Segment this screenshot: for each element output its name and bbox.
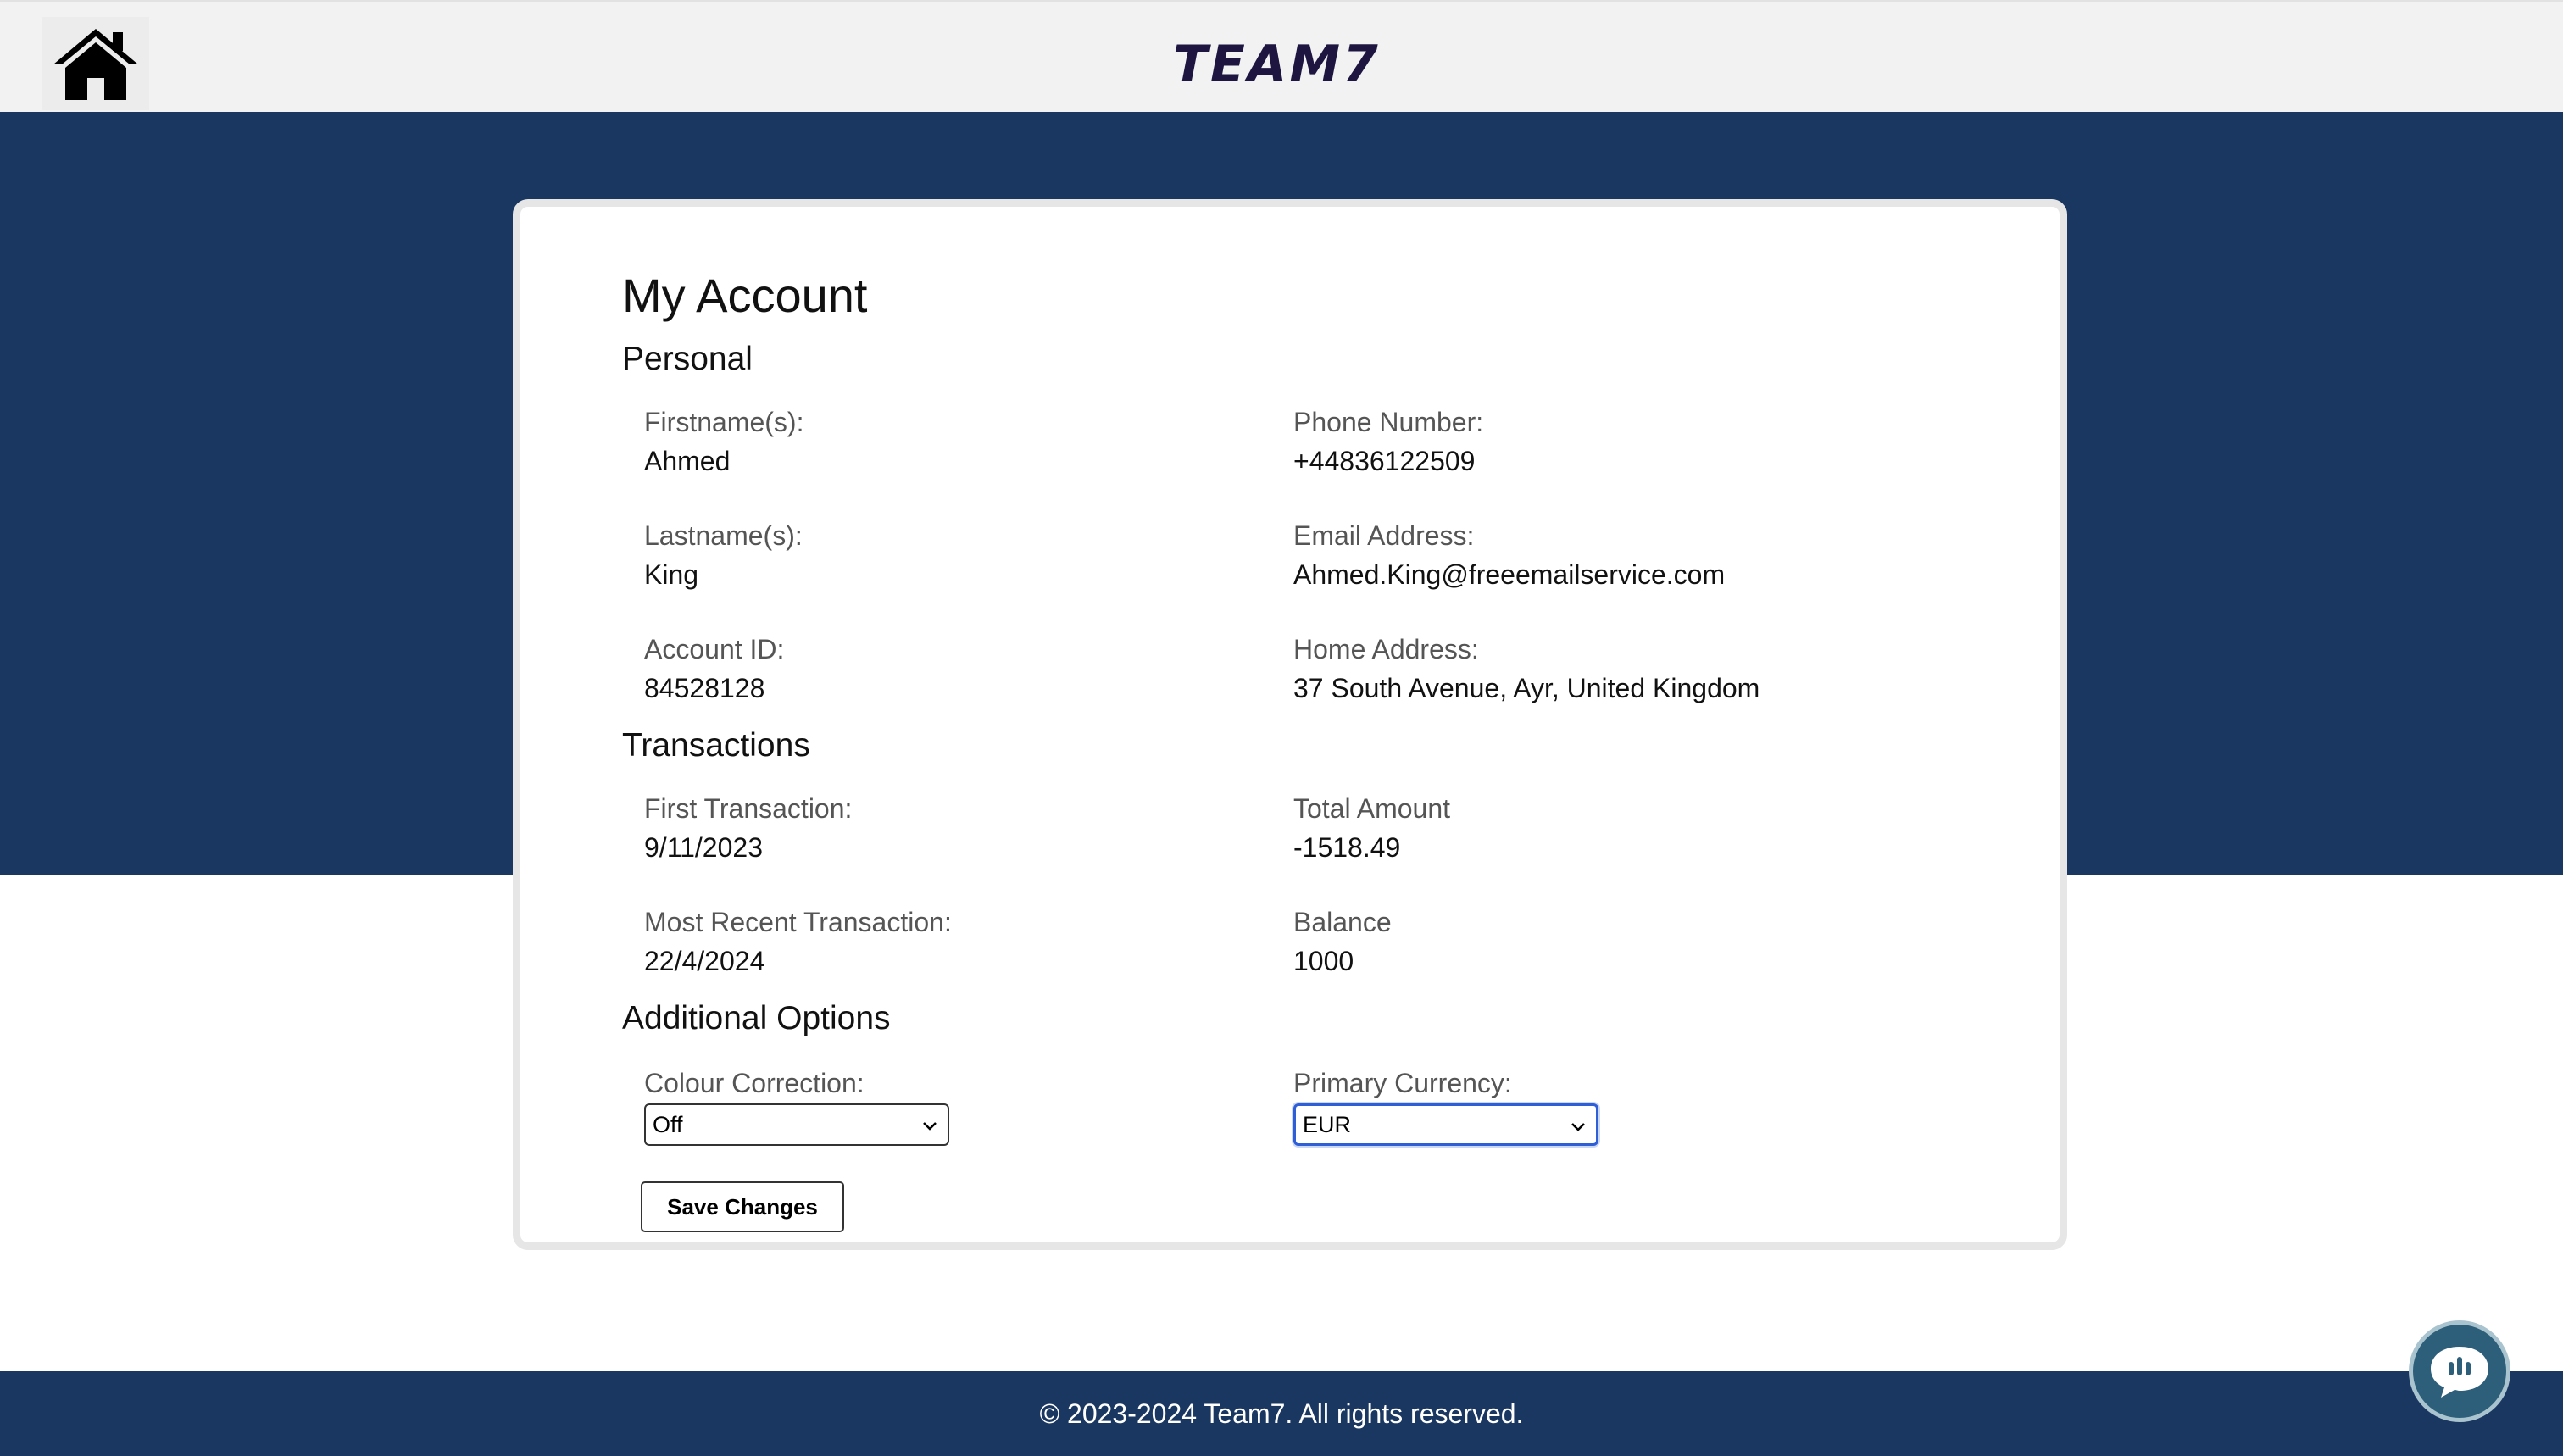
address-label: Home Address: — [1293, 634, 1479, 664]
account-id-label: Account ID: — [644, 634, 785, 664]
first-transaction-value: 9/11/2023 — [644, 832, 763, 863]
email-label: Email Address: — [1293, 520, 1475, 551]
page-title: My Account — [622, 269, 868, 322]
save-changes-button[interactable]: Save Changes — [641, 1181, 844, 1232]
top-header: TEAM7 — [0, 0, 2563, 112]
home-icon — [53, 29, 138, 100]
primary-currency-label: Primary Currency: — [1293, 1068, 1512, 1098]
balance-label: Balance — [1293, 907, 1392, 937]
total-amount-value: -1518.49 — [1293, 832, 1401, 863]
firstname-value: Ahmed — [644, 446, 731, 476]
firstname-label: Firstname(s): — [644, 407, 804, 437]
additional-options-heading: Additional Options — [622, 1000, 891, 1036]
account-card: My Account Personal Firstname(s): Ahmed … — [513, 199, 2067, 1250]
chevron-down-icon — [1571, 1123, 1585, 1131]
chat-icon — [2431, 1347, 2488, 1398]
chevron-down-icon — [923, 1122, 937, 1131]
copyright-text: © 2023-2024 Team7. All rights reserved. — [1039, 1398, 1524, 1429]
chat-button[interactable] — [2409, 1320, 2510, 1422]
lastname-value: King — [644, 559, 699, 590]
colour-correction-label: Colour Correction: — [644, 1068, 865, 1098]
email-value: Ahmed.King@freeemailservice.com — [1293, 559, 1726, 590]
account-id-value: 84528128 — [644, 673, 765, 703]
primary-currency-select[interactable]: EUR — [1293, 1103, 1598, 1146]
first-transaction-label: First Transaction: — [644, 793, 853, 824]
colour-correction-select[interactable]: Off — [644, 1103, 949, 1146]
recent-transaction-label: Most Recent Transaction: — [644, 907, 952, 937]
footer: © 2023-2024 Team7. All rights reserved. — [0, 1371, 2563, 1456]
team7-logo: TEAM7 — [1173, 36, 1381, 88]
total-amount-label: Total Amount — [1293, 793, 1450, 824]
personal-heading: Personal — [622, 341, 753, 377]
home-button[interactable] — [42, 17, 149, 110]
address-value: 37 South Avenue, Ayr, United Kingdom — [1293, 673, 1760, 703]
logo-text: TEAM7 — [1173, 36, 1381, 88]
lastname-label: Lastname(s): — [644, 520, 803, 551]
transactions-heading: Transactions — [622, 727, 810, 764]
phone-label: Phone Number: — [1293, 407, 1484, 437]
primary-currency-value: EUR — [1303, 1111, 1352, 1137]
colour-correction-value: Off — [653, 1111, 683, 1137]
recent-transaction-value: 22/4/2024 — [644, 946, 765, 976]
phone-value: +44836122509 — [1293, 446, 1476, 476]
balance-value: 1000 — [1293, 946, 1354, 976]
